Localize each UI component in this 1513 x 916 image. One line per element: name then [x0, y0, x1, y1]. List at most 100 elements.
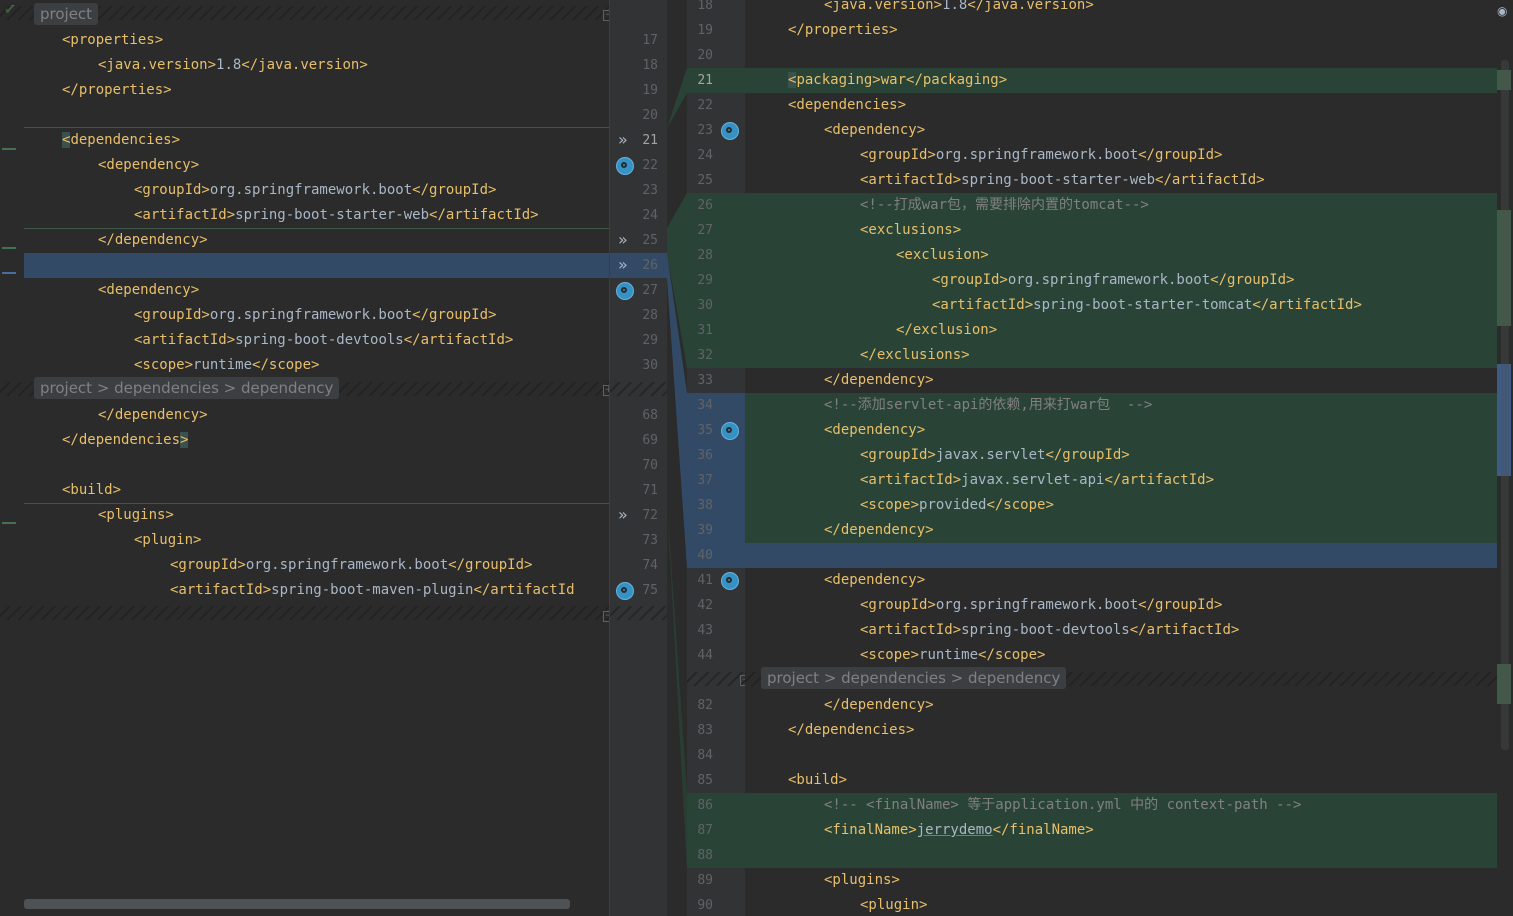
- code-line-41: <dependency>: [824, 572, 926, 588]
- line-number: 87: [697, 823, 713, 838]
- code-line-37: <artifactId>javax.servlet-api</artifactI…: [860, 472, 1215, 488]
- maven-dependency-icon[interactable]: [721, 572, 739, 590]
- line-number: 44: [697, 648, 713, 663]
- apply-change-icon[interactable]: »: [618, 257, 628, 273]
- code-line-31: </exclusion>: [896, 322, 998, 338]
- code-line-36: <groupId>javax.servlet</groupId>: [860, 447, 1130, 463]
- diff-connector-shapes: [667, 68, 687, 868]
- breadcrumb-dependency-path[interactable]: project > dependencies > dependency: [761, 667, 1067, 689]
- line-number: 18: [697, 0, 713, 13]
- line-number: 20: [642, 108, 658, 123]
- line-number: 24: [642, 208, 658, 223]
- code-line-43: <artifactId>spring-boot-devtools</artifa…: [860, 622, 1240, 638]
- code-line-30: <scope>runtime</scope>: [134, 357, 320, 373]
- code-line-17: <properties>: [62, 32, 164, 48]
- line-number: 42: [697, 598, 713, 613]
- line-number: 23: [642, 183, 658, 198]
- horizontal-scrollbar[interactable]: [24, 899, 570, 909]
- code-line-27: <exclusions>: [860, 222, 962, 238]
- line-number: 25: [697, 173, 713, 188]
- code-line-82: </dependency>: [824, 697, 934, 713]
- line-number: 74: [642, 558, 658, 573]
- maven-dependency-icon[interactable]: [616, 582, 634, 600]
- breadcrumb-project[interactable]: project: [34, 3, 99, 25]
- line-number: 89: [697, 873, 713, 888]
- left-editor-pane[interactable]: ✔ project − <properties> <java.version>1…: [0, 0, 609, 916]
- fold-zigzag: [687, 672, 745, 686]
- line-number: 30: [697, 298, 713, 313]
- line-number: 82: [697, 698, 713, 713]
- line-number: 20: [697, 48, 713, 63]
- line-number: 34: [697, 398, 713, 413]
- code-line-27: <dependency>: [98, 282, 200, 298]
- line-number: 73: [642, 533, 658, 548]
- code-line-21: <packaging>war</packaging>: [788, 72, 1008, 88]
- maven-dependency-icon[interactable]: [616, 282, 634, 300]
- line-number: 86: [697, 798, 713, 813]
- eye-icon[interactable]: ◉: [1497, 4, 1507, 18]
- code-line-85: <build>: [788, 772, 848, 788]
- code-line-42: <groupId>org.springframework.boot</group…: [860, 597, 1223, 613]
- code-line-68: </dependency>: [98, 407, 208, 423]
- change-marker: [2, 272, 16, 274]
- line-number: 19: [697, 23, 713, 38]
- scroll-thumb[interactable]: [1501, 60, 1509, 750]
- line-number: 83: [697, 723, 713, 738]
- maven-dependency-icon[interactable]: [616, 157, 634, 175]
- code-line-38: <scope>provided</scope>: [860, 497, 1054, 513]
- line-number: 71: [642, 483, 658, 498]
- line-number: 29: [697, 273, 713, 288]
- code-line-29: <groupId>org.springframework.boot</group…: [932, 272, 1295, 288]
- code-line-69: </dependencies>: [62, 432, 189, 448]
- line-number: 26: [697, 198, 713, 213]
- code-line-35: <dependency>: [824, 422, 926, 438]
- apply-change-icon[interactable]: »: [618, 132, 628, 148]
- line-number: 19: [642, 83, 658, 98]
- line-number: 84: [697, 748, 713, 763]
- apply-change-icon[interactable]: »: [618, 232, 628, 248]
- code-line-23: <groupId>org.springframework.boot</group…: [134, 182, 497, 198]
- fold-zigzag: [610, 382, 668, 396]
- code-line-22: <dependency>: [98, 157, 200, 173]
- code-line-90: <plugin>: [860, 897, 928, 913]
- code-line-71: <build>: [62, 482, 122, 498]
- line-number: 35: [697, 423, 713, 438]
- code-line-32: </exclusions>: [860, 347, 970, 363]
- line-number: 90: [697, 898, 713, 913]
- code-line-73: <plugin>: [134, 532, 202, 548]
- line-number: 32: [697, 348, 713, 363]
- code-line-28: <exclusion>: [896, 247, 989, 263]
- line-number: 28: [642, 308, 658, 323]
- code-line-72: <plugins>: [98, 507, 174, 523]
- breadcrumb-dependency-path[interactable]: project > dependencies > dependency: [34, 377, 340, 399]
- code-line-19: </properties>: [62, 82, 172, 98]
- code-line-25: </dependency>: [98, 232, 208, 248]
- line-number: 33: [697, 373, 713, 388]
- code-line-21: <dependencies>: [62, 132, 181, 148]
- line-number: 39: [697, 523, 713, 538]
- maven-dependency-icon[interactable]: [721, 122, 739, 140]
- line-number: 17: [642, 33, 658, 48]
- line-number: 22: [697, 98, 713, 113]
- fold-zigzag: [0, 606, 609, 620]
- right-editor-pane[interactable]: <java.version>1.8</java.version> </prope…: [745, 0, 1500, 916]
- line-number: 38: [697, 498, 713, 513]
- change-marker: [2, 148, 16, 150]
- line-number: 41: [697, 573, 713, 588]
- code-line-44: <scope>runtime</scope>: [860, 647, 1046, 663]
- code-line-26: <!--打成war包，需要排除内置的tomcat-->: [860, 197, 1149, 213]
- code-line-25: <artifactId>spring-boot-starter-web</art…: [860, 172, 1265, 188]
- line-number: 23: [697, 123, 713, 138]
- code-line-83: </dependencies>: [788, 722, 915, 738]
- maven-dependency-icon[interactable]: [721, 422, 739, 440]
- line-number: 85: [697, 773, 713, 788]
- code-line-24: <artifactId>spring-boot-starter-web</art…: [134, 207, 539, 223]
- left-line-gutter: 17 18 19 20 21 22 23 24 25 26 27 28 29 3…: [609, 0, 668, 916]
- code-line-39: </dependency>: [824, 522, 934, 538]
- code-line-74: <groupId>org.springframework.boot</group…: [170, 557, 533, 573]
- line-number: 18: [642, 58, 658, 73]
- line-number: 24: [697, 148, 713, 163]
- apply-change-icon[interactable]: »: [618, 507, 628, 523]
- code-line-34: <!--添加servlet-api的依赖,用来打war包 -->: [824, 397, 1153, 413]
- code-line-19: </properties>: [788, 22, 898, 38]
